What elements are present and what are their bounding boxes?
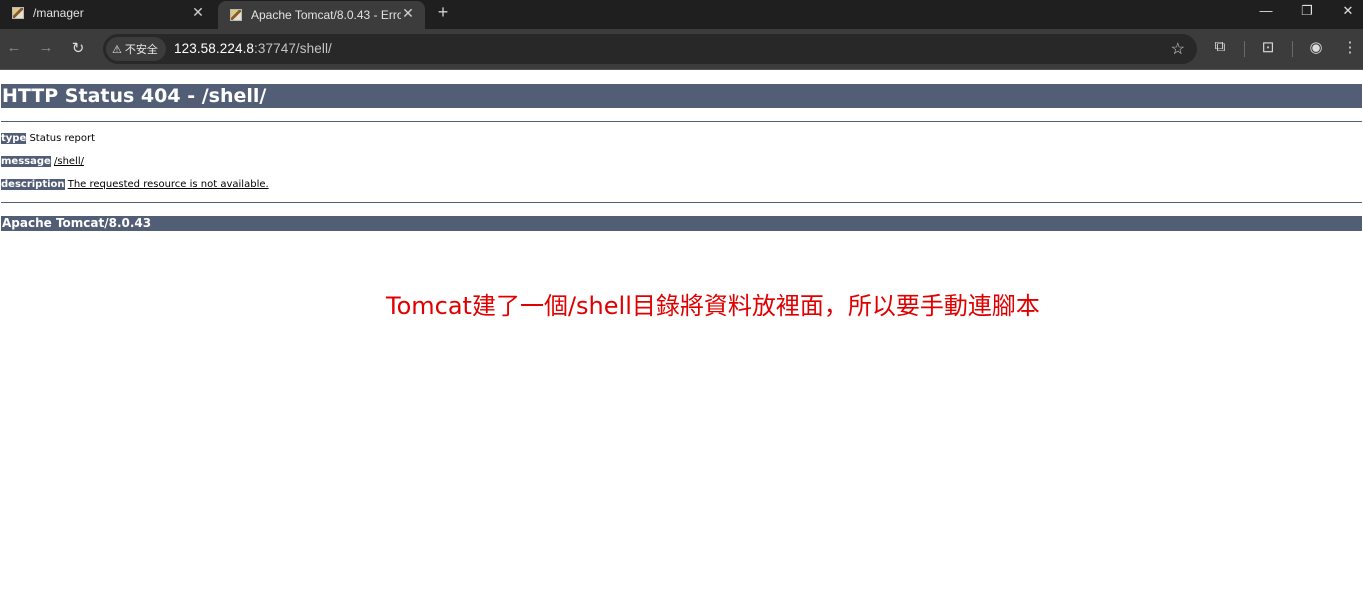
tomcat-favicon-icon [230,9,242,21]
window-close-icon[interactable]: ✕ [1338,3,1358,19]
description-row: description The requested resource is no… [1,179,269,191]
toolbar-divider [1292,41,1293,57]
restore-icon[interactable]: ❐ [1297,3,1317,19]
security-label: 不安全 [124,44,158,56]
warning-icon: ⚠ [112,43,122,56]
minimize-icon[interactable]: — [1256,3,1276,18]
profile-icon[interactable]: ◉ [1306,38,1326,56]
tab-error-report[interactable]: Apache Tomcat/8.0.43 - Error report ✕ [218,1,425,29]
tab-title: /manager [33,5,84,20]
forward-arrow-icon[interactable]: → [36,39,56,56]
tab-search-icon[interactable]: ⊡ [1258,38,1278,56]
annotation-text: Tomcat建了一個/shell目錄將資料放裡面，所以要手動連腳本 [386,292,1040,320]
url-path: :37747/shell/ [254,41,332,56]
tab-title: Apache Tomcat/8.0.43 - Error report [251,8,401,22]
reload-icon[interactable]: ↻ [68,39,88,57]
toolbar-divider [1244,41,1245,57]
tab-strip: /manager ✕ Apache Tomcat/8.0.43 - Error … [0,0,1363,29]
url-text[interactable]: 123.58.224.8:37747/shell/ [174,41,332,56]
extensions-icon[interactable]: ⧉ [1210,38,1230,55]
tab-manager[interactable]: /manager ✕ [0,0,215,25]
tomcat-favicon-icon [12,6,24,19]
server-footer: Apache Tomcat/8.0.43 [1,216,1362,231]
page-title: HTTP Status 404 - /shell/ [1,84,1362,108]
message-row: message /shell/ [1,156,84,168]
type-value: Status report [29,133,96,144]
new-tab-button[interactable]: + [434,2,452,23]
security-chip[interactable]: ⚠ 不安全 [106,37,166,61]
browser-toolbar: ← → ↻ ⚠ 不安全 123.58.224.8:37747/shell/ ☆ … [0,29,1363,69]
type-label: type [1,133,27,144]
bookmark-star-icon[interactable]: ☆ [1171,39,1185,59]
url-host: 123.58.224.8 [174,41,255,56]
tab-close-icon[interactable]: ✕ [400,5,416,22]
divider [1,121,1362,122]
tab-close-icon[interactable]: ✕ [190,4,206,21]
toolbar-border [0,69,1363,70]
menu-icon[interactable]: ⋮ [1340,38,1360,56]
message-label: message [1,156,51,167]
description-value: The requested resource is not available. [67,179,269,190]
type-row: type Status report [1,133,95,145]
description-label: description [1,179,65,190]
back-arrow-icon[interactable]: ← [4,39,24,56]
divider [1,202,1362,203]
message-value: /shell/ [53,156,84,167]
address-bar[interactable]: ⚠ 不安全 123.58.224.8:37747/shell/ ☆ [103,34,1197,64]
